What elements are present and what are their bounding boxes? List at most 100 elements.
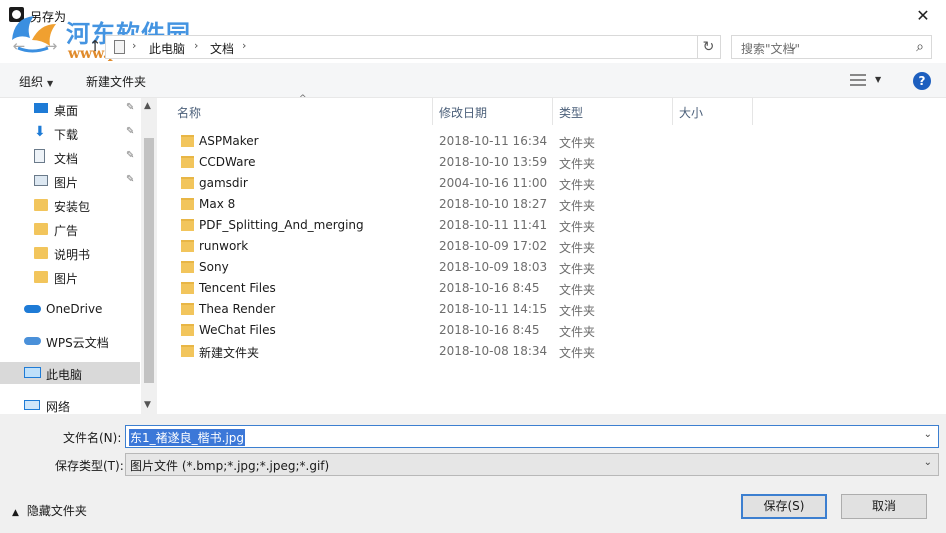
file-type: 文件夹 — [559, 157, 596, 171]
save-panel: 文件名(N): 东1_褚遂良_楷书.jpg ⌄ 保存类型(T): 图片文件 (*… — [0, 414, 946, 533]
network-icon — [24, 400, 40, 410]
column-header-date[interactable]: 修改日期 — [433, 98, 553, 125]
sidebar-item-onedrive[interactable]: OneDrive — [0, 298, 140, 320]
folder-icon — [181, 177, 194, 189]
filename-input[interactable]: 东1_褚遂良_楷书.jpg ⌄ — [125, 425, 939, 448]
table-row[interactable]: 新建文件夹 2018-10-08 18:34 文件夹 — [158, 341, 758, 362]
sidebar-scrollbar[interactable]: ▲ ▼ — [141, 98, 157, 414]
file-type: 文件夹 — [559, 241, 596, 255]
sidebar-item-ads[interactable]: 广告 — [0, 218, 140, 240]
sidebar-item-desktop[interactable]: 桌面 ✎ — [0, 98, 140, 120]
sidebar-item-installers[interactable]: 安装包 — [0, 194, 140, 216]
filetype-select[interactable]: 图片文件 (*.bmp;*.jpg;*.jpeg;*.gif) ⌄ — [125, 453, 939, 476]
folder-icon — [181, 324, 194, 336]
close-button[interactable]: ✕ — [900, 0, 946, 31]
sidebar-item-label: WPS云文档 — [46, 336, 109, 350]
column-header-type[interactable]: 类型 — [553, 98, 673, 125]
table-row[interactable]: PDF_Splitting_And_merging 2018-10-11 11:… — [158, 215, 758, 236]
table-row[interactable]: gamsdir 2004-10-16 11:00 文件夹 — [158, 173, 758, 194]
document-icon — [34, 149, 45, 163]
new-folder-button[interactable]: 新建文件夹 — [86, 73, 146, 90]
organize-menu[interactable]: 组织 ▼ — [19, 73, 53, 90]
sidebar-item-pictures[interactable]: 图片 ✎ — [0, 170, 140, 192]
sidebar-item-downloads[interactable]: ⬇ 下载 ✎ — [0, 122, 140, 144]
sidebar-item-label: 安装包 — [54, 200, 91, 214]
caret-up-icon: ▲ — [12, 508, 19, 518]
table-row[interactable]: Sony 2018-10-09 18:03 文件夹 — [158, 257, 758, 278]
column-header-name[interactable]: 名称 — [158, 98, 433, 125]
sidebar-item-label: 图片 — [54, 272, 79, 286]
sidebar-item-wps[interactable]: WPS云文档 — [0, 330, 140, 352]
file-type: 文件夹 — [559, 262, 596, 276]
breadcrumb-documents[interactable]: 文档 — [210, 40, 234, 57]
sidebar-item-label: 下载 — [54, 128, 79, 142]
document-location-icon — [114, 40, 125, 54]
file-type: 文件夹 — [559, 220, 596, 234]
folder-icon — [181, 282, 194, 294]
back-button[interactable]: ← — [10, 37, 28, 57]
scrollbar-thumb[interactable] — [144, 138, 154, 383]
file-name: Sony — [199, 260, 229, 274]
title-bar: 另存为 ✕ — [0, 0, 946, 31]
caret-down-icon[interactable]: ▼ — [875, 75, 881, 84]
chevron-down-icon[interactable]: ⌄ — [924, 429, 932, 440]
refresh-button[interactable]: ↻ — [697, 35, 721, 59]
view-options-icon[interactable] — [850, 73, 866, 87]
sidebar-item-manuals[interactable]: 说明书 — [0, 242, 140, 264]
cloud-icon — [24, 305, 41, 313]
breadcrumb-separator: › — [132, 39, 137, 52]
chevron-down-icon[interactable]: ⌄ — [924, 457, 932, 468]
file-type: 文件夹 — [559, 346, 596, 360]
folder-icon — [181, 198, 194, 210]
save-button[interactable]: 保存(S) — [741, 494, 827, 519]
table-row[interactable]: CCDWare 2018-10-10 13:59 文件夹 — [158, 152, 758, 173]
navigation-pane: 桌面 ✎ ⬇ 下载 ✎ 文档 ✎ 图片 ✎ 安装包 广告 说明书 图片 OneD… — [0, 98, 157, 414]
breadcrumb-this-pc[interactable]: 此电脑 — [149, 40, 185, 57]
pin-icon[interactable]: ✎ — [126, 102, 134, 113]
up-button[interactable]: ↑ — [86, 37, 104, 57]
pin-icon[interactable]: ✎ — [126, 174, 134, 185]
sidebar-item-label: OneDrive — [46, 302, 103, 316]
pin-icon[interactable]: ✎ — [126, 150, 134, 161]
folder-icon — [34, 271, 48, 283]
help-icon[interactable]: ? — [913, 72, 931, 90]
search-icon[interactable]: ⌕ — [916, 39, 924, 55]
file-name: runwork — [199, 239, 249, 253]
table-row[interactable]: runwork 2018-10-09 17:02 文件夹 — [158, 236, 758, 257]
sidebar-item-documents[interactable]: 文档 ✎ — [0, 146, 140, 168]
scroll-down-icon[interactable]: ▼ — [144, 400, 151, 410]
folder-icon — [181, 303, 194, 315]
app-icon — [9, 7, 24, 22]
pin-icon[interactable]: ✎ — [126, 126, 134, 137]
table-row[interactable]: Thea Render 2018-10-11 14:15 文件夹 — [158, 299, 758, 320]
file-name: Thea Render — [199, 302, 276, 316]
hide-folders-label: 隐藏文件夹 — [26, 504, 87, 518]
sidebar-item-label: 广告 — [54, 224, 79, 238]
column-header-size[interactable]: 大小 — [673, 98, 753, 125]
sidebar-item-pictures-folder[interactable]: 图片 — [0, 266, 140, 288]
file-name: ASPMaker — [199, 134, 259, 148]
address-bar[interactable]: › 此电脑 › 文档 › ⌄ — [105, 35, 798, 59]
file-date: 2018-10-11 16:34 — [439, 134, 548, 148]
table-row[interactable]: ASPMaker 2018-10-11 16:34 文件夹 — [158, 131, 758, 152]
scroll-up-icon[interactable]: ▲ — [144, 101, 151, 111]
table-row[interactable]: Tencent Files 2018-10-16 8:45 文件夹 — [158, 278, 758, 299]
sidebar-item-network[interactable]: 网络 — [0, 394, 140, 416]
table-row[interactable]: Max 8 2018-10-10 18:27 文件夹 — [158, 194, 758, 215]
sidebar-item-this-pc[interactable]: 此电脑 — [0, 362, 140, 384]
hide-folders-toggle[interactable]: ▲ 隐藏文件夹 — [12, 502, 87, 519]
file-type: 文件夹 — [559, 325, 596, 339]
forward-button[interactable]: → — [42, 37, 60, 57]
folder-icon — [181, 156, 194, 168]
file-list: ^ 名称 修改日期 类型 大小 ASPMaker 2018-10-11 16:3… — [158, 94, 946, 414]
file-type: 文件夹 — [559, 178, 596, 192]
sidebar-item-label: 说明书 — [54, 248, 91, 262]
breadcrumb-separator: › — [242, 39, 247, 52]
table-row[interactable]: WeChat Files 2018-10-16 8:45 文件夹 — [158, 320, 758, 341]
filename-value: 东1_褚遂良_楷书.jpg — [129, 429, 246, 446]
search-input[interactable]: 搜索"文档" ⌕ — [731, 35, 932, 59]
folder-icon — [181, 219, 194, 231]
folder-icon — [34, 247, 48, 259]
cancel-button[interactable]: 取消 — [841, 494, 927, 519]
sidebar-item-label: 图片 — [54, 176, 79, 190]
